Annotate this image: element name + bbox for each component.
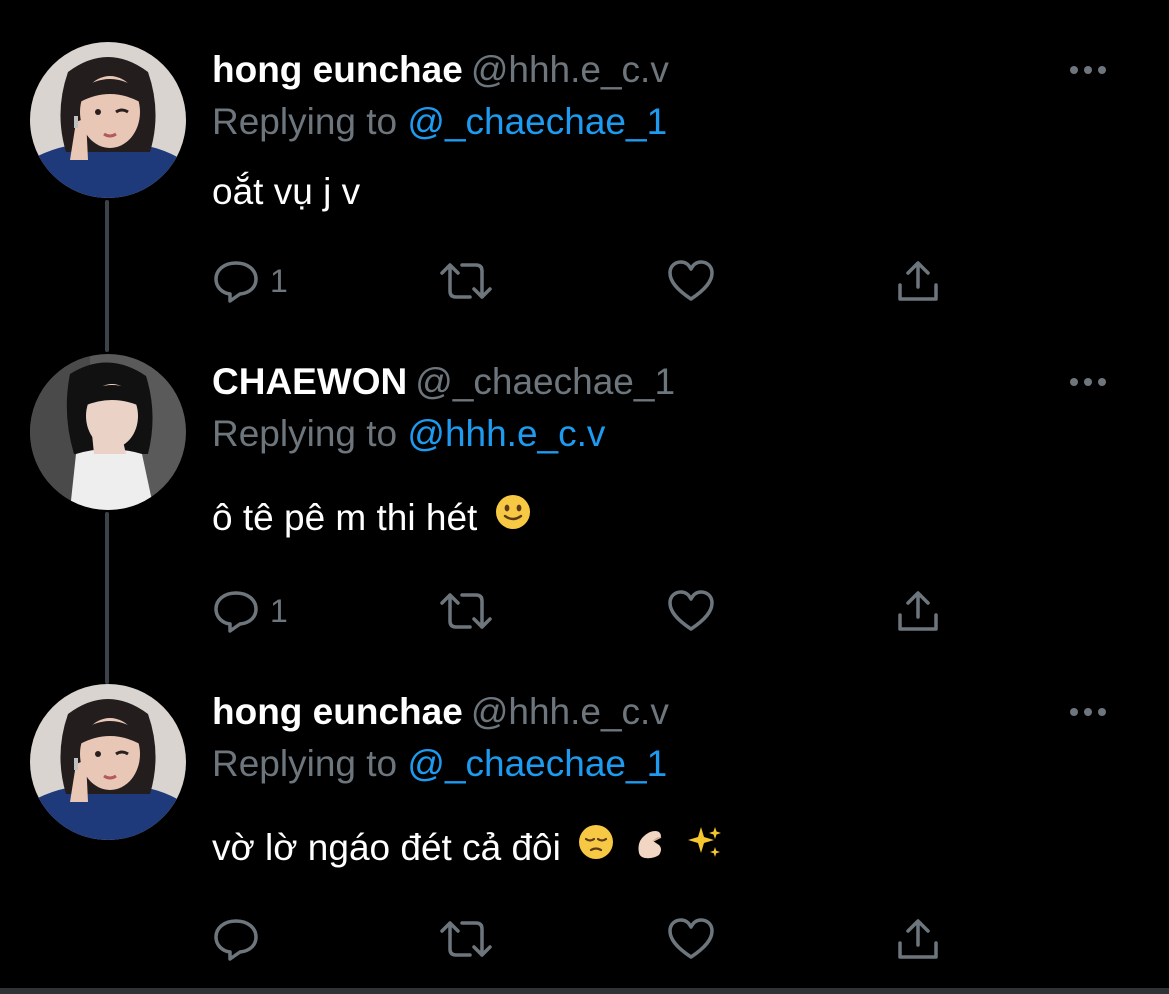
like-icon <box>668 590 714 631</box>
share-icon <box>898 591 938 631</box>
reply-button[interactable]: 1 <box>212 256 288 306</box>
share-icon <box>898 919 938 959</box>
tweet-text-content: ô tê pê m thi hét <box>212 497 478 538</box>
replying-to-label: Replying to <box>212 743 398 784</box>
share-button[interactable] <box>894 914 942 964</box>
display-name[interactable]: hong eunchae <box>212 49 463 90</box>
display-name[interactable]: hong eunchae <box>212 691 463 732</box>
tweet[interactable]: hong eunchae @hhh.e_c.v Replying to @_cha… <box>0 0 1169 320</box>
slightly-smiling-face-emoji <box>494 493 532 541</box>
reply-count: 1 <box>270 262 288 299</box>
like-icon <box>668 260 714 301</box>
tweet-text: ô tê pê m thi hét <box>212 493 532 544</box>
retweet-icon <box>440 263 492 299</box>
like-button[interactable] <box>666 586 716 636</box>
retweet-icon <box>440 921 492 957</box>
reply-count: 1 <box>270 592 288 629</box>
tweet-actions <box>212 914 972 964</box>
replying-to-line: Replying to @hhh.e_c.v <box>212 412 605 456</box>
reply-mention-link[interactable]: @_chaechae_1 <box>407 743 667 784</box>
replying-to-line: Replying to @_chaechae_1 <box>212 742 667 786</box>
tweet-header: hong eunchae @hhh.e_c.v <box>212 690 669 734</box>
replying-to-line: Replying to @_chaechae_1 <box>212 100 667 144</box>
pensive-face-emoji <box>577 823 615 871</box>
replying-to-label: Replying to <box>212 413 398 454</box>
reply-mention-link[interactable]: @hhh.e_c.v <box>407 413 605 454</box>
replying-to-label: Replying to <box>212 101 398 142</box>
tweet[interactable]: CHAEWON @_chaechae_1 Replying to @hhh.e_c… <box>0 312 1169 633</box>
like-icon <box>668 918 714 959</box>
avatar[interactable] <box>30 42 186 198</box>
retweet-button[interactable] <box>438 256 494 306</box>
reply-mention-link[interactable]: @_chaechae_1 <box>407 101 667 142</box>
sparkles-emoji <box>686 823 724 871</box>
share-button[interactable] <box>894 256 942 306</box>
tweet-thread: hong eunchae @hhh.e_c.v Replying to @_cha… <box>0 0 1169 994</box>
reply-icon <box>214 919 258 961</box>
more-icon[interactable] <box>1068 702 1108 722</box>
share-icon <box>898 261 938 301</box>
user-handle[interactable]: @_chaechae_1 <box>415 361 675 402</box>
retweet-button[interactable] <box>438 586 494 636</box>
user-handle[interactable]: @hhh.e_c.v <box>471 49 669 90</box>
like-button[interactable] <box>666 914 716 964</box>
reply-icon <box>214 591 258 633</box>
tweet-text: vờ lờ ngáo đét cả đôi <box>212 823 724 874</box>
avatar[interactable] <box>30 354 186 510</box>
reply-icon <box>214 261 258 303</box>
tweet-header: CHAEWON @_chaechae_1 <box>212 360 675 404</box>
tweet-header: hong eunchae @hhh.e_c.v <box>212 48 669 92</box>
reply-button[interactable]: 1 <box>212 586 288 636</box>
tweet-text-content: oắt vụ j v <box>212 171 361 212</box>
avatar[interactable] <box>30 684 186 840</box>
tweet[interactable]: hong eunchae @hhh.e_c.v Replying to @_cha… <box>0 642 1169 962</box>
tweet-actions: 1 <box>212 586 972 636</box>
display-name[interactable]: CHAEWON <box>212 361 407 402</box>
like-button[interactable] <box>666 256 716 306</box>
retweet-icon <box>440 593 492 629</box>
bottom-divider <box>0 988 1169 994</box>
retweet-button[interactable] <box>438 914 494 964</box>
tweet-actions: 1 <box>212 256 972 306</box>
reply-button[interactable] <box>212 914 270 964</box>
pinching-hand-emoji <box>631 823 669 871</box>
tweet-text-content: vờ lờ ngáo đét cả đôi <box>212 827 561 868</box>
user-handle[interactable]: @hhh.e_c.v <box>471 691 669 732</box>
more-icon[interactable] <box>1068 60 1108 80</box>
tweet-text: oắt vụ j v <box>212 170 360 214</box>
share-button[interactable] <box>894 586 942 636</box>
more-icon[interactable] <box>1068 372 1108 392</box>
